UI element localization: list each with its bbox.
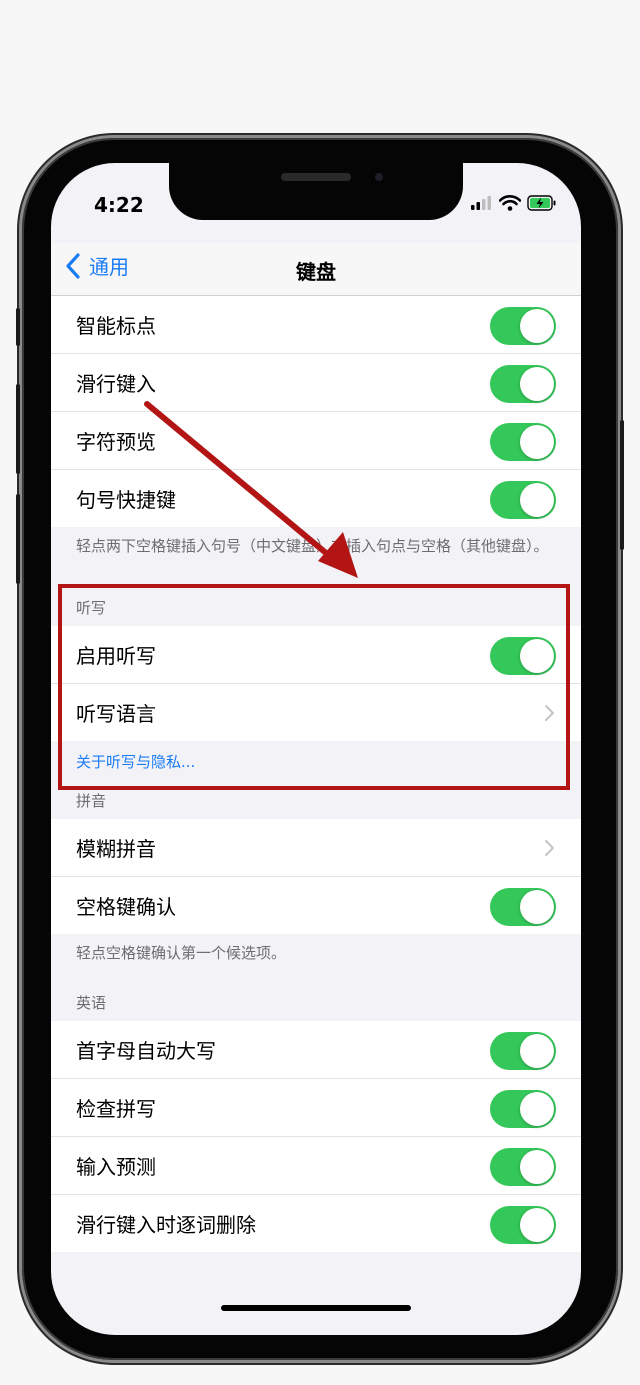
signal-icon: [471, 196, 491, 210]
space-confirm-toggle[interactable]: [490, 888, 556, 926]
row-predictive: 输入预测: [51, 1137, 581, 1195]
row-delete-slide-word: 滑行键入时逐词删除: [51, 1195, 581, 1252]
row-label: 句号快捷键: [76, 488, 176, 512]
home-indicator[interactable]: [221, 1305, 411, 1311]
notch: [169, 163, 463, 220]
space-confirm-footer: 轻点空格键确认第一个候选项。: [76, 944, 287, 962]
page-title: 键盘: [296, 260, 336, 284]
predictive-toggle[interactable]: [490, 1148, 556, 1186]
row-label: 模糊拼音: [76, 837, 156, 861]
row-fuzzy-pinyin[interactable]: 模糊拼音: [51, 819, 581, 877]
status-time: 4:22: [94, 193, 144, 217]
speaker-grille: [281, 173, 351, 181]
row-period-shortcut: 句号快捷键: [51, 470, 581, 527]
row-label: 空格键确认: [76, 895, 176, 919]
smart-punctuation-toggle[interactable]: [490, 307, 556, 345]
row-label: 输入预测: [76, 1155, 156, 1179]
section-header-english: 英语: [76, 994, 107, 1012]
volume-down-button: [16, 494, 20, 584]
power-button: [620, 420, 624, 550]
row-character-preview: 字符预览: [51, 412, 581, 470]
chevron-right-icon: [545, 840, 554, 856]
group-pinyin: 模糊拼音 空格键确认: [51, 819, 581, 934]
slide-to-type-toggle[interactable]: [490, 365, 556, 403]
annotation-highlight-box: [58, 584, 570, 790]
delete-slide-word-toggle[interactable]: [490, 1206, 556, 1244]
row-check-spelling: 检查拼写: [51, 1079, 581, 1137]
character-preview-toggle[interactable]: [490, 423, 556, 461]
mute-switch: [16, 308, 20, 346]
check-spelling-toggle[interactable]: [490, 1090, 556, 1128]
period-shortcut-toggle[interactable]: [490, 481, 556, 519]
row-label: 字符预览: [76, 430, 156, 454]
row-slide-to-type: 滑行键入: [51, 354, 581, 412]
row-label: 智能标点: [76, 314, 156, 338]
period-shortcut-footer: 轻点两下空格键插入句号（中文键盘）或插入句点与空格（其他键盘）。: [76, 537, 549, 555]
row-label: 首字母自动大写: [76, 1039, 216, 1063]
row-label: 检查拼写: [76, 1097, 156, 1121]
row-smart-punctuation: 智能标点: [51, 296, 581, 354]
navigation-bar: 通用 键盘: [51, 243, 581, 296]
group-typing: 智能标点 滑行键入 字符预览 句号快捷键: [51, 296, 581, 527]
row-space-confirm: 空格键确认: [51, 877, 581, 934]
wifi-icon: [499, 195, 521, 211]
row-auto-capitalization: 首字母自动大写: [51, 1021, 581, 1079]
battery-charging-icon: [527, 195, 556, 211]
group-english: 首字母自动大写 检查拼写 输入预测 滑行键入时逐词删除: [51, 1021, 581, 1252]
status-icons: [471, 195, 557, 211]
volume-up-button: [16, 384, 20, 474]
front-camera: [375, 173, 383, 181]
row-label: 滑行键入: [76, 372, 156, 396]
row-label: 滑行键入时逐词删除: [76, 1213, 256, 1237]
auto-capitalization-toggle[interactable]: [490, 1032, 556, 1070]
